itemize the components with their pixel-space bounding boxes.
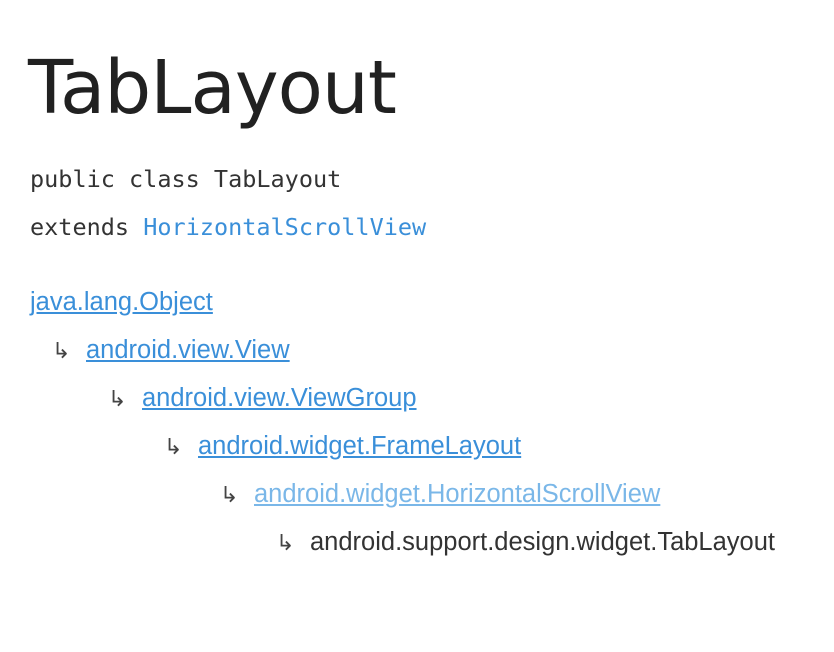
hierarchy-item-viewgroup: ↳ android.view.ViewGroup <box>108 382 417 414</box>
subclass-arrow-icon: ↳ <box>276 531 295 556</box>
hierarchy-item-object: java.lang.Object <box>30 286 213 318</box>
hierarchy-item-tablayout: ↳ android.support.design.widget.TabLayout <box>276 526 775 558</box>
class-reference-page: TabLayout public class TabLayout extends… <box>28 0 834 652</box>
hierarchy-item-view: ↳ android.view.View <box>52 334 290 366</box>
hierarchy-link-view[interactable]: android.view.View <box>86 336 290 364</box>
page-title: TabLayout <box>28 45 397 131</box>
subclass-arrow-icon: ↳ <box>164 435 183 460</box>
subclass-arrow-icon: ↳ <box>220 483 239 508</box>
declaration-text: public class TabLayout <box>30 165 342 193</box>
superclass-link[interactable]: HorizontalScrollView <box>143 213 426 241</box>
hierarchy-link-framelayout[interactable]: android.widget.FrameLayout <box>198 432 521 460</box>
hierarchy-item-framelayout: ↳ android.widget.FrameLayout <box>164 430 521 462</box>
hierarchy-current-class: android.support.design.widget.TabLayout <box>310 528 775 556</box>
class-declaration: public class TabLayout <box>30 164 341 194</box>
hierarchy-link-horizontalscrollview[interactable]: android.widget.HorizontalScrollView <box>254 480 660 508</box>
subclass-arrow-icon: ↳ <box>108 387 127 412</box>
subclass-arrow-icon: ↳ <box>52 339 71 364</box>
extends-keyword: extends <box>30 213 130 241</box>
hierarchy-link-object[interactable]: java.lang.Object <box>30 288 213 316</box>
hierarchy-item-horizontalscrollview: ↳ android.widget.HorizontalScrollView <box>220 478 660 510</box>
hierarchy-link-viewgroup[interactable]: android.view.ViewGroup <box>142 384 417 412</box>
extends-line: extends HorizontalScrollView <box>30 212 426 242</box>
